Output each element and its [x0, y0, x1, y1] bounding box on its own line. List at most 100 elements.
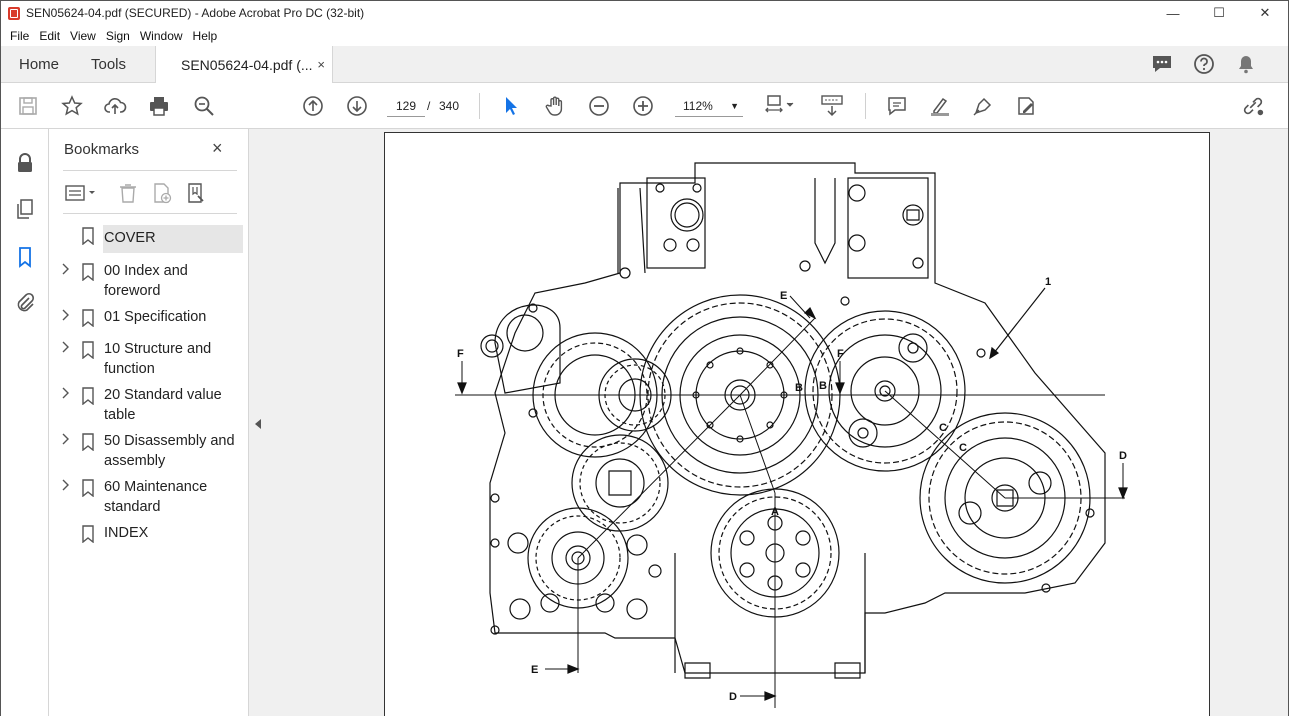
hand-tool-icon[interactable]: [543, 94, 567, 118]
zoom-level-select[interactable]: 112% ▼: [675, 95, 743, 117]
comments-icon[interactable]: [1150, 52, 1174, 76]
total-pages: 340: [439, 99, 460, 113]
draw-sign-icon[interactable]: [971, 94, 995, 118]
document-view[interactable]: 1 A B B C C D D E E F F: [268, 129, 1288, 716]
bookmark-label: 10 Structure and function: [104, 341, 212, 377]
menu-view[interactable]: View: [65, 29, 101, 43]
chevron-down-icon: ▼: [730, 101, 739, 111]
maximize-button[interactable]: ☐: [1196, 1, 1242, 25]
page-separator: /: [427, 99, 431, 113]
print-icon[interactable]: [147, 94, 171, 118]
bookmark-item-cover[interactable]: COVER: [49, 225, 249, 253]
drawing-label-d-bottom: D: [729, 691, 737, 703]
bookmark-options-icon[interactable]: [63, 183, 99, 203]
bookmark-label: 20 Standard value table: [104, 387, 222, 423]
bookmark-label: COVER: [104, 230, 156, 246]
tab-right-icons: [1150, 52, 1258, 76]
star-bookmark-icon[interactable]: [60, 94, 84, 118]
bookmark-icon: [81, 479, 95, 500]
minimize-button[interactable]: —: [1150, 1, 1196, 25]
pdf-page: 1 A B B C C D D E E F F: [384, 132, 1210, 716]
current-page-input[interactable]: 129: [387, 95, 425, 117]
bookmark-icon: [81, 387, 95, 408]
drawing-label-f-left: F: [457, 348, 464, 360]
scroll-mode-icon[interactable]: [818, 94, 846, 118]
menu-window[interactable]: Window: [135, 29, 188, 43]
tab-tools[interactable]: Tools: [91, 46, 126, 83]
bookmark-icon: [81, 263, 95, 284]
vertical-scrollbar[interactable]: [1280, 129, 1288, 716]
bookmark-icon: [81, 341, 95, 362]
left-nav-rail: [1, 129, 49, 716]
toolbar-divider: [865, 93, 866, 119]
menu-edit[interactable]: Edit: [34, 29, 65, 43]
bookmark-icon: [81, 309, 95, 330]
close-bookmarks-button[interactable]: ×: [212, 138, 223, 159]
bookmark-label: 50 Disassembly and assembly: [104, 433, 235, 469]
upload-cloud-icon[interactable]: [103, 94, 127, 118]
zoom-in-icon[interactable]: [631, 94, 655, 118]
window-title: SEN05624-04.pdf (SECURED) - Adobe Acroba…: [26, 6, 365, 20]
drawing-label-c2: C: [959, 442, 967, 454]
drawing-label-e-top: E: [780, 290, 787, 302]
chevron-right-icon[interactable]: [61, 341, 71, 356]
bookmark-label: INDEX: [104, 525, 149, 541]
tab-home[interactable]: Home: [19, 46, 59, 83]
bookmark-label: 01 Specification: [104, 309, 207, 325]
chevron-right-icon[interactable]: [61, 387, 71, 402]
drawing-label-b2: B: [819, 380, 827, 392]
panel-divider: [63, 213, 237, 214]
toolbar-divider: [479, 93, 480, 119]
menu-help[interactable]: Help: [188, 29, 223, 43]
previous-page-icon[interactable]: [301, 94, 325, 118]
panel-collapse-strip[interactable]: [249, 129, 268, 716]
page-fit-icon[interactable]: [763, 94, 799, 118]
chevron-right-icon[interactable]: [61, 263, 71, 278]
chevron-right-icon[interactable]: [61, 433, 71, 448]
tab-bar: Home Tools SEN05624-04.pdf (... ×: [1, 46, 1288, 84]
chevron-right-icon[interactable]: [61, 479, 71, 494]
drawing-label-e-bottom: E: [531, 664, 538, 676]
find-bookmark-icon[interactable]: [179, 182, 213, 204]
panel-divider: [63, 170, 237, 171]
drawing-label-c1: C: [939, 422, 947, 434]
bookmarks-toolbar: [63, 181, 213, 205]
bookmark-label: 00 Index and foreword: [104, 263, 188, 299]
drawing-label-f-mid: F: [837, 348, 844, 360]
close-tab-button[interactable]: ×: [317, 57, 325, 72]
next-page-icon[interactable]: [345, 94, 369, 118]
zoom-level-value: 112%: [683, 99, 713, 113]
menu-file[interactable]: File: [5, 29, 34, 43]
bookmark-icon: [81, 227, 95, 248]
gear-train-drawing: 1 A B B C C D D E E F F: [455, 162, 1128, 708]
share-link-icon[interactable]: [1241, 94, 1265, 118]
bookmark-label: 60 Maintenance standard: [104, 479, 208, 515]
bookmark-panel-icon[interactable]: [13, 245, 37, 269]
new-bookmark-icon[interactable]: [145, 182, 179, 204]
main-toolbar: 129 / 340 112% ▼: [1, 83, 1288, 129]
chevron-right-icon[interactable]: [61, 309, 71, 324]
zoom-out-icon[interactable]: [587, 94, 611, 118]
help-icon[interactable]: [1192, 52, 1216, 76]
save-icon[interactable]: [16, 94, 40, 118]
drawing-label-1: 1: [1045, 276, 1051, 288]
notifications-bell-icon[interactable]: [1234, 52, 1258, 76]
tab-document[interactable]: SEN05624-04.pdf (... ×: [155, 46, 333, 84]
lock-security-icon[interactable]: [13, 151, 37, 175]
attachment-paperclip-icon[interactable]: [13, 290, 37, 314]
close-window-button[interactable]: ✕: [1242, 1, 1288, 25]
tab-document-label: SEN05624-04.pdf (...: [181, 57, 313, 73]
select-cursor-icon[interactable]: [499, 94, 523, 118]
edit-pdf-icon[interactable]: [1014, 94, 1038, 118]
menu-sign[interactable]: Sign: [101, 29, 135, 43]
zoom-search-icon[interactable]: [192, 94, 216, 118]
highlight-pen-icon[interactable]: [928, 94, 952, 118]
drawing-label-b1: B: [795, 382, 803, 394]
bookmarks-panel: Bookmarks × COVER 00 Index and foreword: [49, 129, 249, 716]
menu-bar: File Edit View Sign Window Help: [1, 25, 1288, 46]
collapse-left-arrow-icon[interactable]: [255, 419, 261, 429]
add-comment-icon[interactable]: [885, 94, 909, 118]
title-bar: SEN05624-04.pdf (SECURED) - Adobe Acroba…: [1, 1, 1288, 25]
page-thumbnails-icon[interactable]: [13, 197, 37, 221]
delete-bookmark-icon[interactable]: [111, 182, 145, 204]
